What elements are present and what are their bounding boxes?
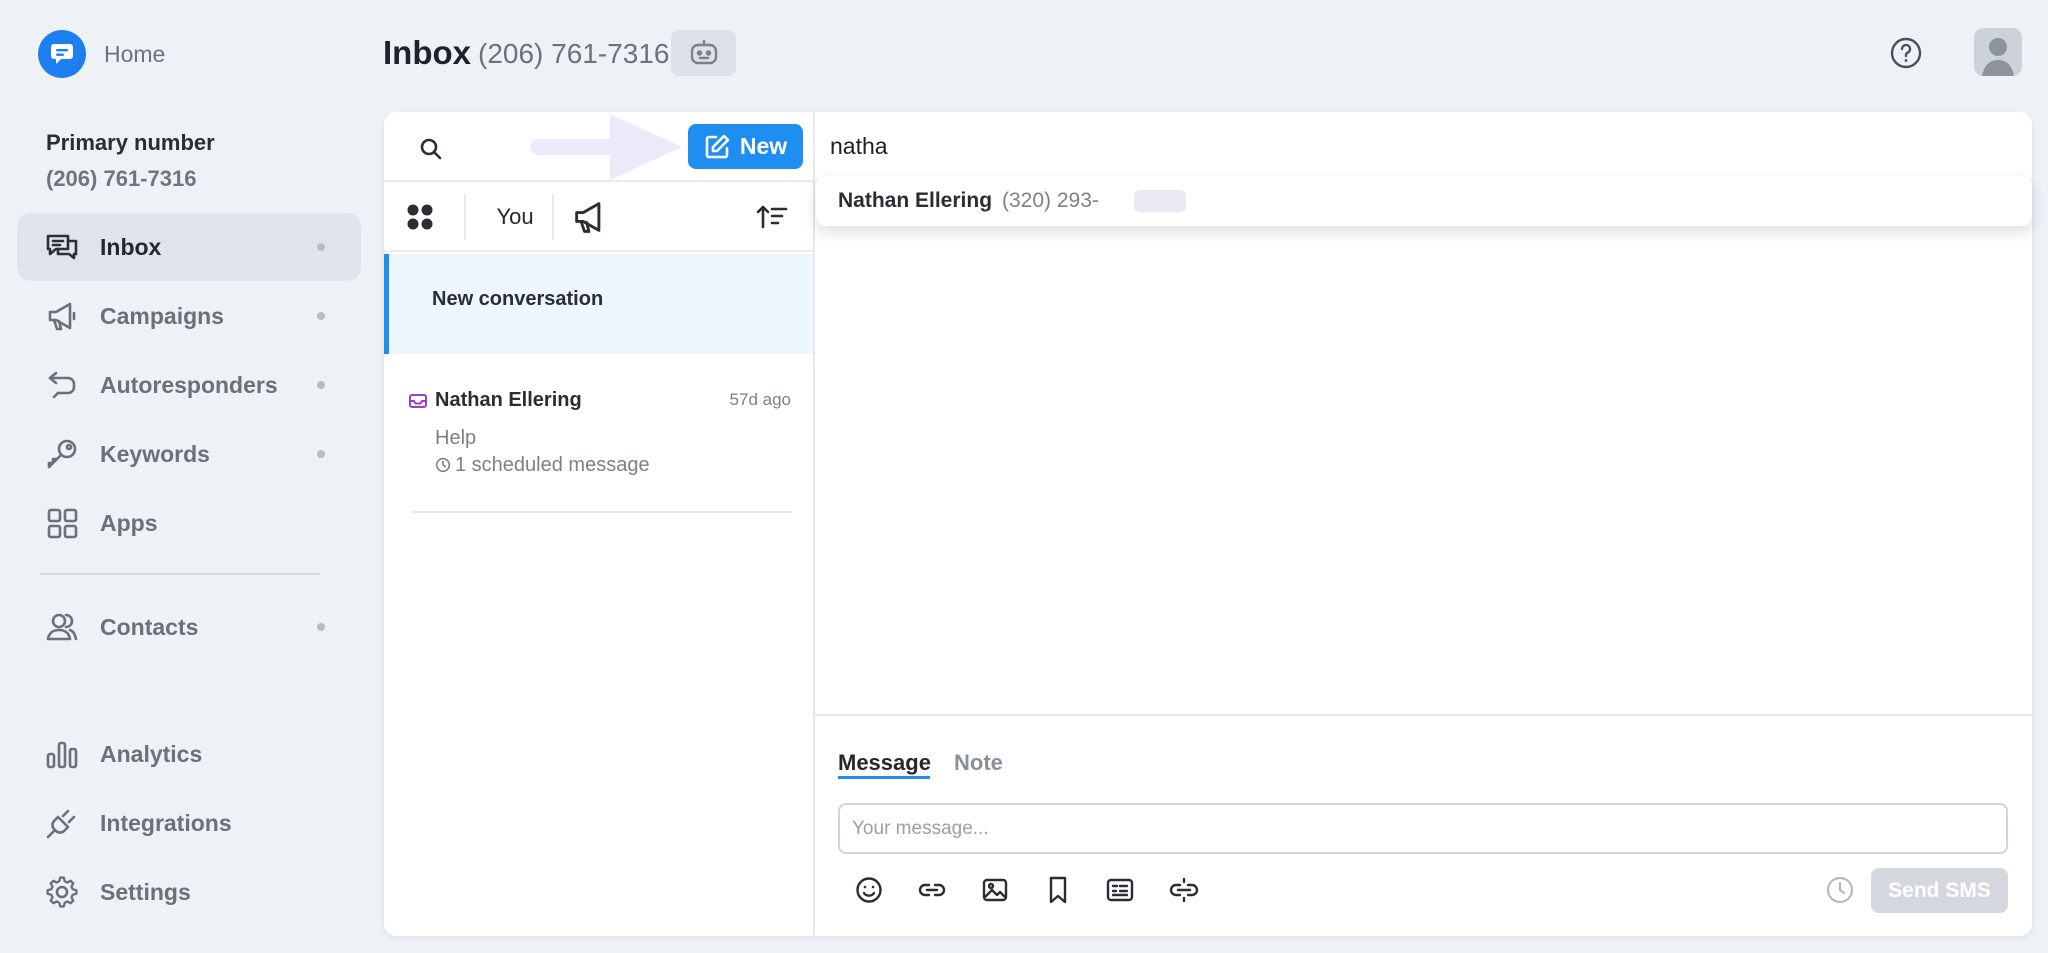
sidebar-item-label: Autoresponders — [100, 371, 278, 398]
compose-icon — [705, 134, 730, 158]
sidebar-item-apps[interactable]: Apps — [17, 489, 361, 557]
primary-number-block: Primary number (206) 761-7316 — [46, 130, 215, 192]
sort-icon[interactable] — [754, 198, 792, 236]
link-icon[interactable] — [916, 874, 948, 906]
help-icon[interactable] — [1888, 35, 1924, 71]
sidebar: Home Primary number (206) 761-7316 Inbox… — [0, 0, 370, 953]
sidebar-item-keywords[interactable]: Keywords — [17, 420, 361, 488]
megaphone-icon[interactable] — [570, 197, 610, 237]
sidebar-item-integrations[interactable]: Integrations — [17, 789, 361, 857]
logo-icon — [38, 30, 86, 78]
sidebar-item-campaigns[interactable]: Campaigns — [17, 282, 361, 350]
sidebar-item-label: Inbox — [100, 233, 162, 260]
sidebar-item-label: Apps — [100, 509, 158, 536]
inbox-tray-icon — [408, 391, 428, 411]
suggestion-phone: (320) 293- — [1002, 189, 1099, 212]
avatar[interactable] — [1974, 28, 2022, 76]
sidebar-divider — [40, 573, 320, 575]
robot-icon — [690, 39, 717, 65]
inbox-panel: New You New conversation Nathan Ellering… — [384, 112, 2032, 936]
sidebar-item-autoresponders[interactable]: Autoresponders — [17, 351, 361, 419]
key-icon — [44, 436, 80, 472]
recipient-search-input[interactable] — [830, 126, 2010, 166]
compose-divider — [815, 714, 2032, 716]
search-icon[interactable] — [414, 132, 448, 166]
sidebar-item-label: Contacts — [100, 613, 199, 640]
conversation-time: 57d ago — [729, 390, 791, 409]
new-button-label: New — [739, 133, 788, 159]
sidebar-item-analytics[interactable]: Analytics — [17, 720, 361, 788]
status-dot — [317, 450, 325, 458]
send-sms-button[interactable]: Send SMS — [1871, 868, 2008, 913]
all-conversations-icon[interactable] — [400, 197, 440, 237]
sidebar-item-contacts[interactable]: Contacts — [17, 593, 361, 661]
conversation-list: New You New conversation Nathan Ellering… — [384, 112, 815, 936]
bot-button[interactable] — [671, 30, 736, 76]
image-icon[interactable] — [979, 874, 1011, 906]
plug-icon — [44, 805, 80, 841]
tab-note[interactable]: Note — [954, 750, 1003, 776]
page-title: Inbox — [383, 34, 471, 71]
contacts-icon — [44, 609, 80, 645]
sidebar-item-inbox[interactable]: Inbox — [17, 213, 361, 281]
filter-you-tab[interactable]: You — [470, 204, 560, 230]
sidebar-item-label: Settings — [100, 878, 191, 905]
status-dot — [317, 243, 325, 251]
filter-separator — [552, 194, 554, 240]
arrow-hint-icon — [530, 114, 682, 180]
conversation-scheduled-count: 1 scheduled message — [455, 454, 650, 476]
sidebar-item-label: Analytics — [100, 740, 203, 767]
short-link-icon[interactable] — [1168, 874, 1200, 906]
sidebar-item-label: Keywords — [100, 440, 210, 467]
schedule-clock-icon[interactable] — [1824, 874, 1856, 906]
conversation-contact-name: Nathan Ellering — [435, 389, 582, 411]
bookmark-icon[interactable] — [1042, 874, 1074, 906]
redacted-digits — [1134, 190, 1186, 212]
bar-chart-icon — [44, 736, 80, 772]
tab-message[interactable]: Message — [838, 750, 931, 776]
tab-message-underline — [838, 776, 930, 779]
new-conversation-item[interactable]: New conversation — [384, 254, 813, 354]
conversation-last-message: Help — [435, 427, 477, 449]
filter-separator — [464, 194, 466, 240]
grid-icon — [44, 505, 80, 541]
suggestion-name: Nathan Ellering — [838, 189, 993, 212]
clock-icon — [435, 457, 451, 473]
status-dot — [317, 381, 325, 389]
sidebar-item-label: Integrations — [100, 809, 232, 836]
conversation-item[interactable]: Nathan Ellering 57d ago Help 1 scheduled… — [384, 354, 813, 514]
chat-bubbles-icon — [44, 229, 80, 265]
home-label: Home — [104, 40, 166, 67]
status-dot — [317, 312, 325, 320]
primary-number-value: (206) 761-7316 — [46, 166, 197, 191]
status-dot — [317, 623, 325, 631]
new-conversation-button[interactable]: New — [688, 124, 803, 169]
list-divider — [412, 511, 792, 513]
contact-suggestion[interactable]: Nathan Ellering (320) 293- — [816, 176, 2032, 226]
message-input[interactable] — [838, 803, 2008, 854]
auto-reply-icon — [44, 367, 80, 403]
gear-icon — [44, 874, 80, 910]
page-phone-number: (206) 761-7316 — [478, 38, 670, 69]
primary-number-title: Primary number — [46, 130, 215, 155]
megaphone-icon — [44, 298, 80, 334]
emoji-icon[interactable] — [853, 874, 885, 906]
sidebar-item-label: Campaigns — [100, 302, 224, 329]
home-link[interactable]: Home — [38, 30, 165, 78]
new-conversation-label: New conversation — [432, 288, 604, 310]
filter-bar: You — [384, 180, 813, 252]
sidebar-item-settings[interactable]: Settings — [17, 858, 361, 926]
contact-card-icon[interactable] — [1104, 874, 1136, 906]
